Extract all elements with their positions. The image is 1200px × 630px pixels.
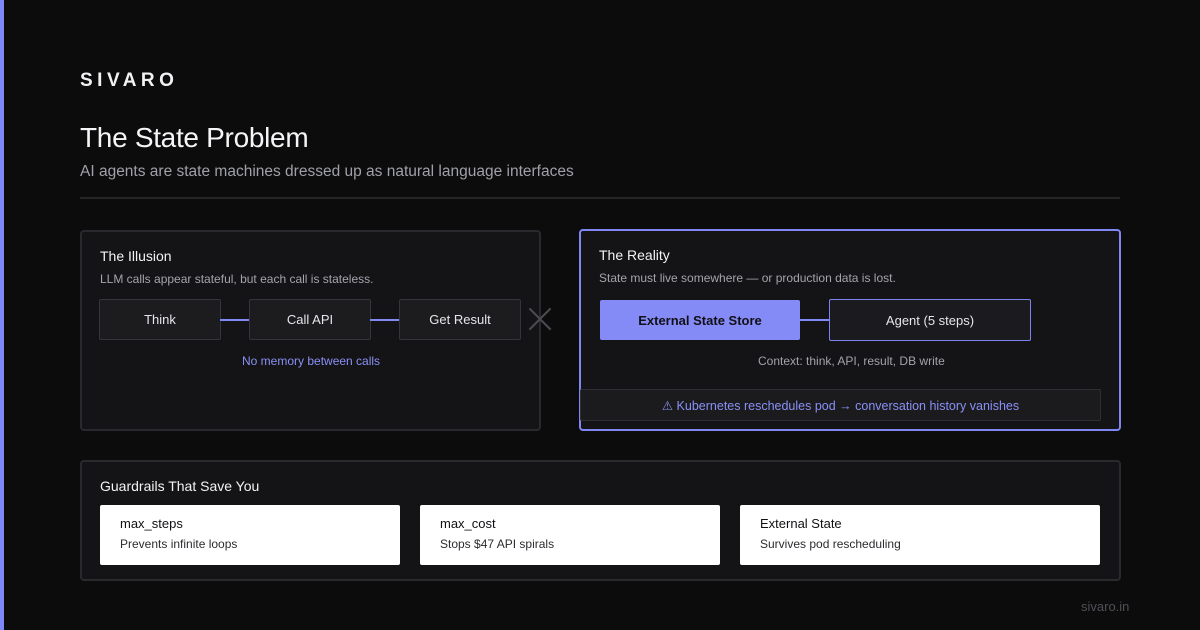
reality-description: State must live somewhere — or productio… — [599, 271, 896, 285]
guardrail-card-max-steps: max_steps Prevents infinite loops — [100, 505, 400, 565]
illusion-note: No memory between calls — [242, 354, 381, 368]
guardrail-card-max-cost: max_cost Stops $47 API spirals — [420, 505, 720, 565]
node-external-state-store: External State Store — [600, 300, 800, 340]
illusion-title: The Illusion — [100, 248, 172, 264]
page-title: The State Problem — [80, 122, 309, 153]
node-think: Think — [99, 299, 221, 340]
reality-title: The Reality — [599, 247, 670, 263]
guardrail-card-description: Survives pod rescheduling — [760, 537, 901, 551]
footer-url[interactable]: sivaro.in — [1081, 599, 1129, 614]
close-icon — [527, 306, 553, 332]
reality-context: Context: think, API, result, DB write — [758, 354, 945, 368]
accent-bar — [0, 0, 4, 630]
guardrail-card-title: External State — [760, 516, 842, 531]
warning-banner: ⚠ Kubernetes reschedules pod → conversat… — [580, 389, 1101, 421]
illusion-description: LLM calls appear stateful, but each call… — [100, 272, 374, 286]
node-call-api: Call API — [249, 299, 371, 340]
guardrail-card-description: Prevents infinite loops — [120, 537, 238, 551]
brand-logo: SIVARO — [80, 70, 179, 91]
guardrails-title: Guardrails That Save You — [100, 478, 260, 494]
divider — [80, 197, 1120, 199]
guardrail-card-external-state: External State Survives pod rescheduling — [740, 505, 1100, 565]
guardrail-card-description: Stops $47 API spirals — [440, 537, 555, 551]
warning-text: ⚠ Kubernetes reschedules pod → conversat… — [661, 398, 1020, 413]
guardrail-card-title: max_steps — [120, 516, 183, 531]
page-subtitle: AI agents are state machines dressed up … — [80, 163, 574, 180]
node-agent: Agent (5 steps) — [829, 299, 1031, 341]
guardrail-card-title: max_cost — [440, 516, 496, 531]
node-get-result: Get Result — [399, 299, 521, 340]
